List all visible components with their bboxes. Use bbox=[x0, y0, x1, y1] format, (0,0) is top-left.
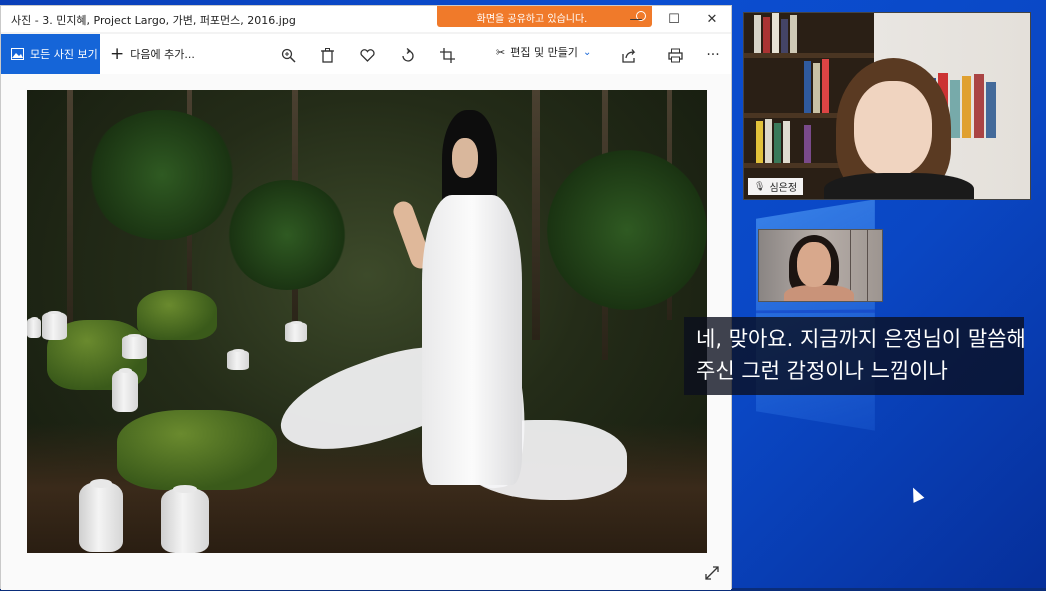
white-jar bbox=[161, 485, 209, 553]
image-icon bbox=[11, 48, 24, 60]
book bbox=[804, 61, 811, 113]
expand-icon[interactable] bbox=[703, 564, 721, 582]
book bbox=[783, 121, 790, 163]
white-jar bbox=[112, 368, 138, 412]
video-tile-self[interactable] bbox=[758, 229, 883, 302]
book bbox=[822, 59, 829, 113]
crop-icon[interactable] bbox=[437, 45, 457, 65]
displayed-photo[interactable] bbox=[27, 90, 707, 553]
subtitle-line-1: 네, 맞아요. 지금까지 은정님이 말씀해 bbox=[696, 327, 1026, 351]
performer-face bbox=[452, 138, 478, 178]
minimize-button[interactable]: — bbox=[617, 6, 655, 32]
self-body bbox=[784, 285, 854, 301]
shelf-board bbox=[744, 53, 874, 58]
book bbox=[974, 74, 984, 138]
white-jar bbox=[227, 349, 249, 370]
print-icon[interactable] bbox=[665, 45, 685, 65]
screen-share-text: 화면을 공유하고 있습니다. bbox=[476, 14, 588, 25]
more-icon[interactable]: ··· bbox=[703, 45, 723, 65]
heart-icon[interactable] bbox=[357, 45, 377, 65]
chevron-down-icon: ⌄ bbox=[582, 46, 592, 58]
photos-app-window: 사진 - 3. 민지혜, Project Largo, 가변, 퍼포먼스, 20… bbox=[0, 5, 732, 590]
white-jar bbox=[122, 334, 147, 359]
book bbox=[804, 125, 811, 163]
rotate-icon[interactable] bbox=[397, 45, 417, 65]
participant-name: 심은정 bbox=[769, 183, 798, 194]
maximize-button[interactable]: ☐ bbox=[655, 6, 693, 32]
white-jar bbox=[42, 310, 67, 340]
add-to-button[interactable]: + 다음에 추가... bbox=[110, 43, 195, 64]
book bbox=[754, 15, 761, 53]
book bbox=[962, 76, 971, 138]
edit-create-label: 편집 및 만들기 bbox=[510, 46, 578, 59]
foliage bbox=[87, 110, 237, 240]
all-photos-button[interactable]: 모든 사진 보기 bbox=[1, 34, 100, 74]
book bbox=[756, 121, 763, 163]
book bbox=[763, 17, 770, 53]
book bbox=[986, 82, 996, 138]
participant-face bbox=[854, 81, 932, 176]
close-button[interactable]: ✕ bbox=[693, 6, 731, 32]
plus-icon: + bbox=[110, 43, 125, 64]
performer-figure bbox=[390, 110, 547, 510]
book bbox=[781, 19, 788, 53]
subtitle-box: 네, 맞아요. 지금까지 은정님이 말씀해 주신 그런 감정이나 느낌이나 bbox=[684, 317, 1026, 395]
book bbox=[772, 13, 779, 53]
book bbox=[950, 80, 960, 138]
trash-icon[interactable] bbox=[317, 45, 337, 65]
performer-dress bbox=[422, 195, 522, 485]
window-title: 사진 - 3. 민지혜, Project Largo, 가변, 퍼포먼스, 20… bbox=[11, 14, 296, 27]
book bbox=[765, 119, 772, 163]
all-photos-label: 모든 사진 보기 bbox=[30, 48, 98, 61]
white-jar bbox=[79, 479, 123, 552]
microphone-icon: 🎙 bbox=[754, 181, 766, 192]
white-jar bbox=[27, 317, 41, 338]
book bbox=[790, 15, 797, 53]
participant-body bbox=[824, 173, 974, 199]
mossy-rock bbox=[117, 410, 277, 490]
zoom-in-icon[interactable] bbox=[278, 45, 298, 65]
tree-trunk bbox=[67, 90, 73, 350]
title-bar[interactable]: 사진 - 3. 민지혜, Project Largo, 가변, 퍼포먼스, 20… bbox=[1, 6, 731, 32]
photo-viewer bbox=[1, 74, 731, 590]
share-icon[interactable] bbox=[619, 45, 639, 65]
book bbox=[774, 123, 781, 163]
self-face bbox=[797, 242, 831, 287]
window-controls: — ☐ ✕ bbox=[617, 6, 731, 32]
mossy-rock bbox=[137, 290, 217, 340]
edit-create-icon: ✂ bbox=[496, 45, 506, 59]
subtitle-line-2: 주신 그런 감정이나 느낌이나 bbox=[696, 359, 948, 383]
video-tile-main[interactable]: 🎙 심은정 bbox=[743, 12, 1031, 200]
book bbox=[813, 63, 820, 113]
add-to-label: 다음에 추가... bbox=[130, 48, 195, 61]
participant-name-tag: 🎙 심은정 bbox=[748, 178, 804, 195]
edit-create-button[interactable]: ✂ 편집 및 만들기 ⌄ bbox=[496, 44, 591, 60]
